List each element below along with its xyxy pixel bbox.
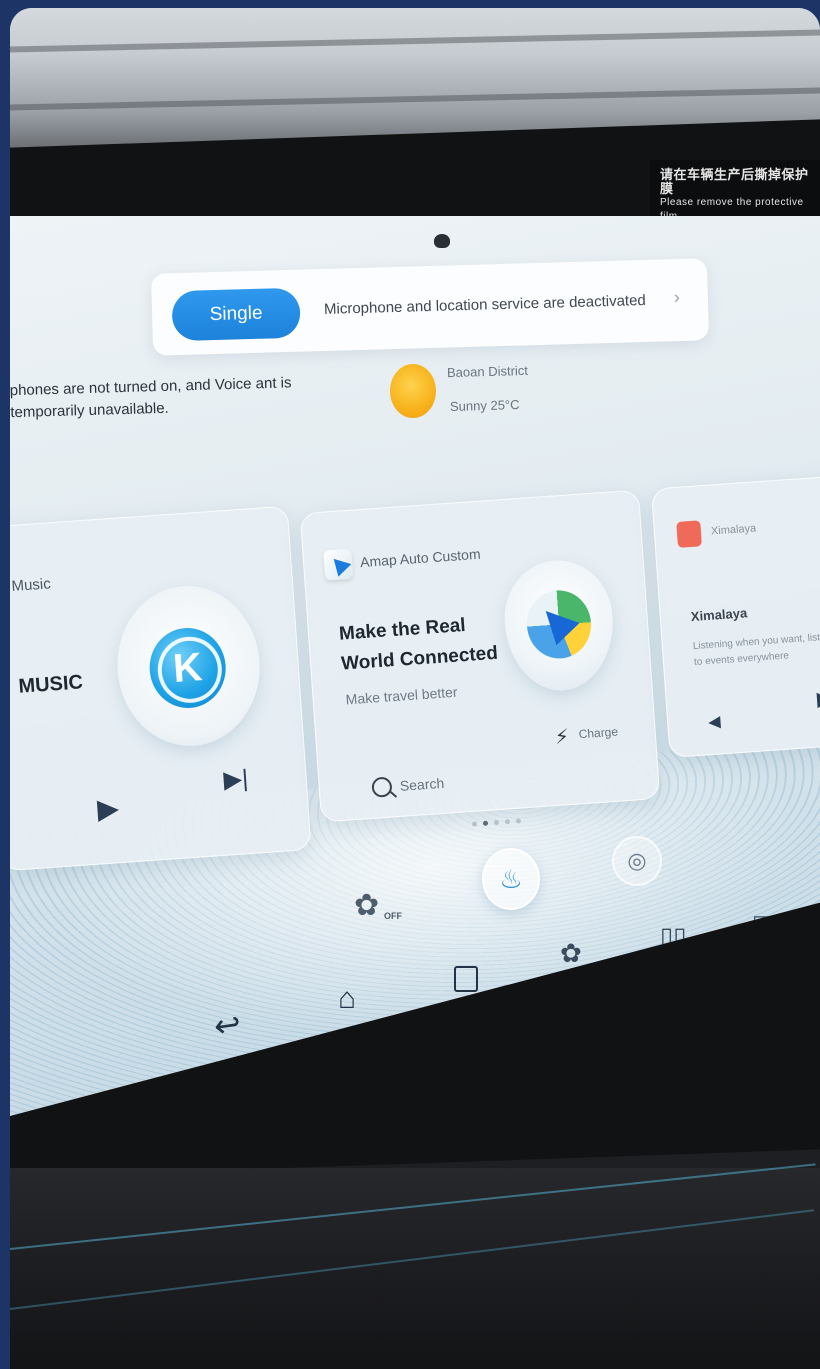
voice-assistant-notice: phones are not turned on, and Voice ant …: [10, 374, 292, 422]
previous-track-icon[interactable]: ◀: [708, 711, 722, 732]
music-title: MUSIC: [17, 671, 84, 698]
play-icon[interactable]: ▶: [816, 686, 820, 712]
camera-dot: [434, 234, 450, 248]
amap-pin-bubble[interactable]: [500, 556, 618, 695]
page-dot: [493, 819, 500, 826]
ximalaya-app-icon: [676, 520, 702, 548]
sticker-line-1: 请在车辆生产后撕掉保护膜: [660, 167, 809, 196]
ximalaya-title: Ximalaya: [690, 605, 748, 625]
ceiling-stripe: [10, 87, 820, 111]
protective-film-sticker: 请在车辆生产后撕掉保护膜 Please remove the protectiv…: [650, 160, 820, 218]
amap-app-name: Amap Auto Custom: [359, 545, 482, 571]
seat-heating-button[interactable]: ♨: [482, 848, 540, 910]
ceiling-stripe: [10, 29, 820, 53]
weather-condition: Sunny 25°C: [449, 397, 520, 414]
sun-icon: [390, 364, 436, 418]
ximalaya-card[interactable]: Ximalaya Ximalaya Listening when you wan…: [650, 474, 820, 758]
status-bar[interactable]: Single Microphone and location service a…: [150, 258, 710, 356]
next-track-icon[interactable]: ▶|: [223, 764, 250, 795]
chevron-right-icon[interactable]: ›: [674, 287, 681, 308]
amap-logo-icon: [524, 588, 594, 661]
amap-subtitle: Make travel better: [345, 683, 459, 708]
amap-card[interactable]: Amap Auto Custom Make the Real World Con…: [299, 489, 661, 823]
fan-state-label: OFF: [384, 911, 402, 921]
ximalaya-description: Listening when you want, listen to event…: [692, 631, 820, 669]
page-dot: [471, 821, 478, 827]
search-icon[interactable]: [371, 776, 393, 798]
status-message: Microphone and location service are deac…: [323, 291, 646, 318]
rear-fan-icon[interactable]: ✿: [560, 938, 582, 969]
play-icon[interactable]: ▶: [96, 791, 120, 825]
steering-wheel-heat-button[interactable]: ◎: [612, 836, 662, 886]
home-icon[interactable]: ⌂: [338, 982, 356, 1016]
music-logo-bubble[interactable]: K: [112, 581, 265, 751]
amap-search-button[interactable]: Search: [399, 775, 444, 794]
dashboard-trim: [10, 1168, 820, 1369]
music-card[interactable]: Music MUSIC K ▶ ▶|: [10, 505, 312, 872]
amap-charge-button[interactable]: Charge: [578, 725, 618, 742]
ximalaya-app-name: Ximalaya: [710, 522, 757, 538]
back-icon[interactable]: ↩: [211, 1004, 244, 1045]
steering-wheel-icon: ◎: [627, 848, 647, 873]
page-dot: [515, 818, 522, 824]
amap-headline: Make the Real World Connected: [338, 614, 499, 675]
music-app-label: Music: [10, 575, 52, 596]
page-dot: [504, 819, 511, 825]
page-dot-active: [482, 820, 489, 826]
charge-icon[interactable]: ⚡: [554, 724, 570, 750]
sticker-line-2: Please remove the protective film: [660, 197, 804, 218]
seat-heat-icon: ♨: [499, 864, 523, 894]
kuwo-logo-icon: K: [146, 625, 229, 711]
amap-app-icon: [323, 548, 354, 581]
photo-frame: 请在车辆生产后撕掉保护膜 Please remove the protectiv…: [10, 8, 820, 1369]
single-mode-button[interactable]: Single: [171, 287, 301, 342]
recent-apps-icon[interactable]: [454, 966, 478, 992]
fan-icon[interactable]: ✿: [354, 888, 379, 923]
weather-location: Baoan District: [446, 362, 529, 381]
